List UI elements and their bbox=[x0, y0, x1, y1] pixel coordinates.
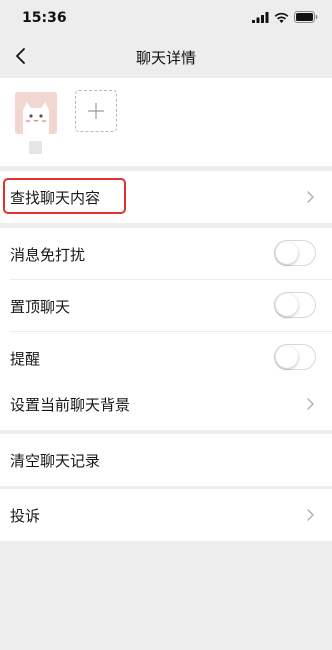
mute-notifications-label: 消息免打扰 bbox=[10, 246, 86, 264]
members-section bbox=[0, 78, 332, 166]
clear-group: 清空聊天记录 bbox=[0, 434, 332, 486]
member-name-placeholder bbox=[29, 141, 42, 154]
nav-bar: 聊天详情 bbox=[0, 36, 332, 76]
chevron-right-icon bbox=[307, 509, 314, 521]
clear-chat-history-label: 清空聊天记录 bbox=[10, 452, 101, 470]
report-row[interactable]: 投诉 bbox=[0, 489, 332, 541]
plus-icon bbox=[88, 103, 104, 119]
toggle-knob bbox=[276, 242, 298, 264]
sticky-chat-label: 置顶聊天 bbox=[10, 298, 71, 316]
wifi-icon bbox=[274, 12, 289, 23]
set-chat-background-row[interactable]: 设置当前聊天背景 bbox=[0, 378, 332, 430]
sticky-chat-toggle[interactable] bbox=[274, 292, 316, 318]
status-icons bbox=[252, 11, 318, 23]
clear-chat-history-row[interactable]: 清空聊天记录 bbox=[0, 434, 332, 486]
settings-toggle-group: 消息免打扰 置顶聊天 提醒 bbox=[0, 228, 332, 384]
remind-row: 提醒 bbox=[0, 332, 332, 384]
chevron-right-icon bbox=[307, 398, 314, 410]
avatar[interactable] bbox=[15, 92, 57, 134]
mute-notifications-toggle[interactable] bbox=[274, 240, 316, 266]
toggle-knob bbox=[276, 346, 298, 368]
chevron-right-icon bbox=[307, 191, 314, 203]
add-member-button[interactable] bbox=[75, 90, 117, 132]
status-bar: 15:36 bbox=[0, 0, 332, 36]
page-title: 聊天详情 bbox=[135, 49, 196, 67]
status-time: 15:36 bbox=[22, 10, 67, 26]
remind-label: 提醒 bbox=[10, 350, 41, 368]
battery-icon bbox=[294, 11, 318, 23]
search-group: 查找聊天内容 bbox=[0, 171, 332, 223]
set-chat-background-label: 设置当前聊天背景 bbox=[10, 396, 131, 414]
cat-avatar-icon bbox=[15, 92, 57, 134]
search-chat-content-row[interactable]: 查找聊天内容 bbox=[0, 171, 332, 223]
toggle-knob bbox=[276, 294, 298, 316]
report-label: 投诉 bbox=[10, 507, 41, 525]
remind-toggle[interactable] bbox=[274, 344, 316, 370]
background-group: 设置当前聊天背景 bbox=[0, 378, 332, 430]
sticky-chat-row: 置顶聊天 bbox=[0, 280, 332, 332]
mute-notifications-row: 消息免打扰 bbox=[0, 228, 332, 280]
report-group: 投诉 bbox=[0, 489, 332, 541]
signal-icon bbox=[252, 11, 269, 23]
search-chat-content-label: 查找聊天内容 bbox=[10, 189, 101, 207]
